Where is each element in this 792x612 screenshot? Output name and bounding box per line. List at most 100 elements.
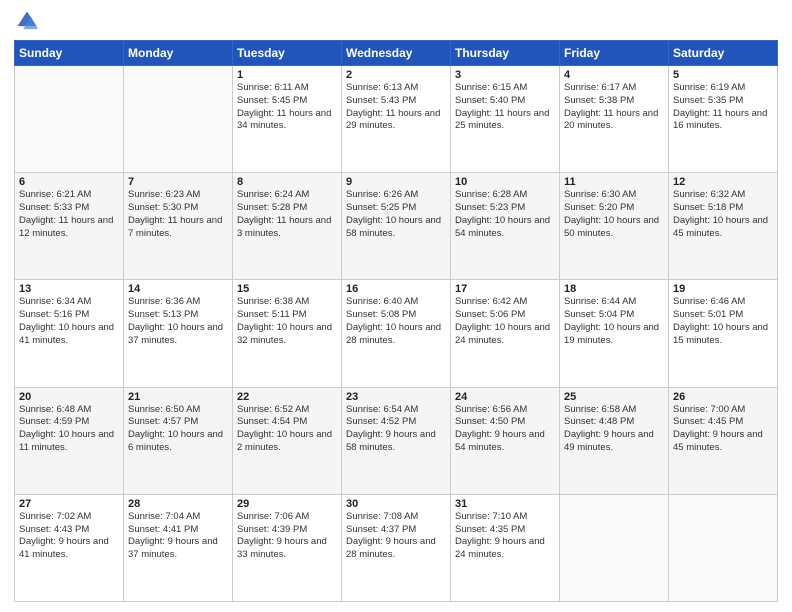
day-number: 11 bbox=[564, 176, 664, 188]
day-info: Sunrise: 6:30 AM Sunset: 5:20 PM Dayligh… bbox=[564, 189, 664, 240]
day-cell: 1Sunrise: 6:11 AM Sunset: 5:45 PM Daylig… bbox=[233, 66, 342, 173]
day-info: Sunrise: 6:26 AM Sunset: 5:25 PM Dayligh… bbox=[346, 189, 446, 240]
day-number: 15 bbox=[237, 283, 337, 295]
day-info: Sunrise: 7:02 AM Sunset: 4:43 PM Dayligh… bbox=[19, 511, 119, 562]
day-cell: 31Sunrise: 7:10 AM Sunset: 4:35 PM Dayli… bbox=[451, 494, 560, 601]
day-number: 19 bbox=[673, 283, 773, 295]
day-info: Sunrise: 7:04 AM Sunset: 4:41 PM Dayligh… bbox=[128, 511, 228, 562]
day-info: Sunrise: 6:28 AM Sunset: 5:23 PM Dayligh… bbox=[455, 189, 555, 240]
day-cell: 6Sunrise: 6:21 AM Sunset: 5:33 PM Daylig… bbox=[15, 173, 124, 280]
day-number: 3 bbox=[455, 69, 555, 81]
day-number: 13 bbox=[19, 283, 119, 295]
day-cell: 8Sunrise: 6:24 AM Sunset: 5:28 PM Daylig… bbox=[233, 173, 342, 280]
day-number: 4 bbox=[564, 69, 664, 81]
page: SundayMondayTuesdayWednesdayThursdayFrid… bbox=[0, 0, 792, 612]
day-number: 5 bbox=[673, 69, 773, 81]
day-info: Sunrise: 6:21 AM Sunset: 5:33 PM Dayligh… bbox=[19, 189, 119, 240]
week-row: 20Sunrise: 6:48 AM Sunset: 4:59 PM Dayli… bbox=[15, 387, 778, 494]
day-number: 8 bbox=[237, 176, 337, 188]
day-number: 12 bbox=[673, 176, 773, 188]
day-info: Sunrise: 6:19 AM Sunset: 5:35 PM Dayligh… bbox=[673, 82, 773, 133]
week-row: 27Sunrise: 7:02 AM Sunset: 4:43 PM Dayli… bbox=[15, 494, 778, 601]
day-number: 9 bbox=[346, 176, 446, 188]
day-cell: 14Sunrise: 6:36 AM Sunset: 5:13 PM Dayli… bbox=[124, 280, 233, 387]
week-row: 13Sunrise: 6:34 AM Sunset: 5:16 PM Dayli… bbox=[15, 280, 778, 387]
day-cell: 3Sunrise: 6:15 AM Sunset: 5:40 PM Daylig… bbox=[451, 66, 560, 173]
day-header: Monday bbox=[124, 41, 233, 66]
day-cell: 24Sunrise: 6:56 AM Sunset: 4:50 PM Dayli… bbox=[451, 387, 560, 494]
day-number: 7 bbox=[128, 176, 228, 188]
day-cell: 22Sunrise: 6:52 AM Sunset: 4:54 PM Dayli… bbox=[233, 387, 342, 494]
day-number: 16 bbox=[346, 283, 446, 295]
day-cell: 2Sunrise: 6:13 AM Sunset: 5:43 PM Daylig… bbox=[342, 66, 451, 173]
day-cell: 18Sunrise: 6:44 AM Sunset: 5:04 PM Dayli… bbox=[560, 280, 669, 387]
day-number: 30 bbox=[346, 498, 446, 510]
day-info: Sunrise: 6:34 AM Sunset: 5:16 PM Dayligh… bbox=[19, 296, 119, 347]
day-cell bbox=[15, 66, 124, 173]
day-info: Sunrise: 6:42 AM Sunset: 5:06 PM Dayligh… bbox=[455, 296, 555, 347]
day-number: 26 bbox=[673, 391, 773, 403]
day-info: Sunrise: 6:32 AM Sunset: 5:18 PM Dayligh… bbox=[673, 189, 773, 240]
day-info: Sunrise: 6:38 AM Sunset: 5:11 PM Dayligh… bbox=[237, 296, 337, 347]
day-info: Sunrise: 6:48 AM Sunset: 4:59 PM Dayligh… bbox=[19, 404, 119, 455]
day-header: Wednesday bbox=[342, 41, 451, 66]
day-info: Sunrise: 6:44 AM Sunset: 5:04 PM Dayligh… bbox=[564, 296, 664, 347]
day-info: Sunrise: 7:00 AM Sunset: 4:45 PM Dayligh… bbox=[673, 404, 773, 455]
calendar: SundayMondayTuesdayWednesdayThursdayFrid… bbox=[14, 40, 778, 602]
day-number: 1 bbox=[237, 69, 337, 81]
day-info: Sunrise: 6:11 AM Sunset: 5:45 PM Dayligh… bbox=[237, 82, 337, 133]
day-info: Sunrise: 6:46 AM Sunset: 5:01 PM Dayligh… bbox=[673, 296, 773, 347]
day-number: 22 bbox=[237, 391, 337, 403]
day-cell: 4Sunrise: 6:17 AM Sunset: 5:38 PM Daylig… bbox=[560, 66, 669, 173]
day-info: Sunrise: 6:54 AM Sunset: 4:52 PM Dayligh… bbox=[346, 404, 446, 455]
day-info: Sunrise: 7:10 AM Sunset: 4:35 PM Dayligh… bbox=[455, 511, 555, 562]
day-number: 20 bbox=[19, 391, 119, 403]
day-info: Sunrise: 6:17 AM Sunset: 5:38 PM Dayligh… bbox=[564, 82, 664, 133]
day-cell: 5Sunrise: 6:19 AM Sunset: 5:35 PM Daylig… bbox=[669, 66, 778, 173]
day-info: Sunrise: 7:08 AM Sunset: 4:37 PM Dayligh… bbox=[346, 511, 446, 562]
logo-icon bbox=[16, 10, 38, 32]
day-header: Friday bbox=[560, 41, 669, 66]
day-cell: 25Sunrise: 6:58 AM Sunset: 4:48 PM Dayli… bbox=[560, 387, 669, 494]
day-cell: 26Sunrise: 7:00 AM Sunset: 4:45 PM Dayli… bbox=[669, 387, 778, 494]
day-cell: 20Sunrise: 6:48 AM Sunset: 4:59 PM Dayli… bbox=[15, 387, 124, 494]
day-cell: 16Sunrise: 6:40 AM Sunset: 5:08 PM Dayli… bbox=[342, 280, 451, 387]
day-number: 21 bbox=[128, 391, 228, 403]
day-info: Sunrise: 6:50 AM Sunset: 4:57 PM Dayligh… bbox=[128, 404, 228, 455]
day-number: 14 bbox=[128, 283, 228, 295]
day-info: Sunrise: 6:23 AM Sunset: 5:30 PM Dayligh… bbox=[128, 189, 228, 240]
day-header: Saturday bbox=[669, 41, 778, 66]
day-info: Sunrise: 7:06 AM Sunset: 4:39 PM Dayligh… bbox=[237, 511, 337, 562]
day-number: 27 bbox=[19, 498, 119, 510]
day-cell bbox=[669, 494, 778, 601]
day-header: Sunday bbox=[15, 41, 124, 66]
day-cell: 23Sunrise: 6:54 AM Sunset: 4:52 PM Dayli… bbox=[342, 387, 451, 494]
day-cell: 27Sunrise: 7:02 AM Sunset: 4:43 PM Dayli… bbox=[15, 494, 124, 601]
day-info: Sunrise: 6:58 AM Sunset: 4:48 PM Dayligh… bbox=[564, 404, 664, 455]
day-cell: 30Sunrise: 7:08 AM Sunset: 4:37 PM Dayli… bbox=[342, 494, 451, 601]
logo bbox=[14, 10, 40, 32]
day-number: 2 bbox=[346, 69, 446, 81]
day-number: 17 bbox=[455, 283, 555, 295]
day-number: 28 bbox=[128, 498, 228, 510]
day-cell: 11Sunrise: 6:30 AM Sunset: 5:20 PM Dayli… bbox=[560, 173, 669, 280]
day-number: 10 bbox=[455, 176, 555, 188]
day-cell: 17Sunrise: 6:42 AM Sunset: 5:06 PM Dayli… bbox=[451, 280, 560, 387]
day-header: Tuesday bbox=[233, 41, 342, 66]
day-number: 29 bbox=[237, 498, 337, 510]
day-number: 18 bbox=[564, 283, 664, 295]
day-number: 25 bbox=[564, 391, 664, 403]
header bbox=[14, 10, 778, 32]
day-cell bbox=[124, 66, 233, 173]
day-number: 24 bbox=[455, 391, 555, 403]
day-cell: 10Sunrise: 6:28 AM Sunset: 5:23 PM Dayli… bbox=[451, 173, 560, 280]
day-info: Sunrise: 6:40 AM Sunset: 5:08 PM Dayligh… bbox=[346, 296, 446, 347]
week-row: 1Sunrise: 6:11 AM Sunset: 5:45 PM Daylig… bbox=[15, 66, 778, 173]
day-number: 23 bbox=[346, 391, 446, 403]
day-info: Sunrise: 6:56 AM Sunset: 4:50 PM Dayligh… bbox=[455, 404, 555, 455]
day-cell: 19Sunrise: 6:46 AM Sunset: 5:01 PM Dayli… bbox=[669, 280, 778, 387]
day-cell: 21Sunrise: 6:50 AM Sunset: 4:57 PM Dayli… bbox=[124, 387, 233, 494]
day-cell bbox=[560, 494, 669, 601]
day-number: 31 bbox=[455, 498, 555, 510]
day-header: Thursday bbox=[451, 41, 560, 66]
